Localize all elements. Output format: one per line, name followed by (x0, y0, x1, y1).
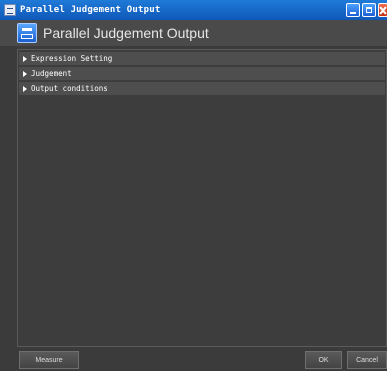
maximize-button[interactable] (362, 3, 376, 17)
expand-arrow-icon (23, 55, 27, 62)
cancel-button[interactable]: Cancel (347, 351, 387, 369)
section-label: Expression Setting (31, 54, 113, 63)
minimize-button[interactable] (346, 3, 360, 17)
dialog-title: Parallel Judgement Output (43, 25, 209, 41)
ok-button[interactable]: OK (305, 351, 342, 369)
section-judgement[interactable]: Judgement (19, 67, 385, 80)
expand-arrow-icon (23, 85, 27, 92)
section-expression-setting[interactable]: Expression Setting (19, 52, 385, 65)
section-label: Judgement (31, 69, 72, 78)
section-label: Output conditions (31, 84, 108, 93)
judgement-output-icon (17, 23, 37, 43)
app-icon (4, 4, 16, 16)
measure-button[interactable]: Measure (19, 351, 79, 369)
close-button[interactable] (378, 3, 387, 17)
section-output-conditions[interactable]: Output conditions (19, 82, 385, 95)
settings-panel: Expression Setting Judgement Output cond… (17, 49, 387, 347)
footer-bar: Measure OK Cancel (0, 349, 387, 371)
dialog-window: Parallel Judgement Output Parallel Judge… (0, 0, 387, 371)
dialog-header: Parallel Judgement Output (0, 20, 387, 46)
expand-arrow-icon (23, 70, 27, 77)
title-bar[interactable]: Parallel Judgement Output (0, 0, 387, 20)
window-title: Parallel Judgement Output (20, 5, 161, 15)
